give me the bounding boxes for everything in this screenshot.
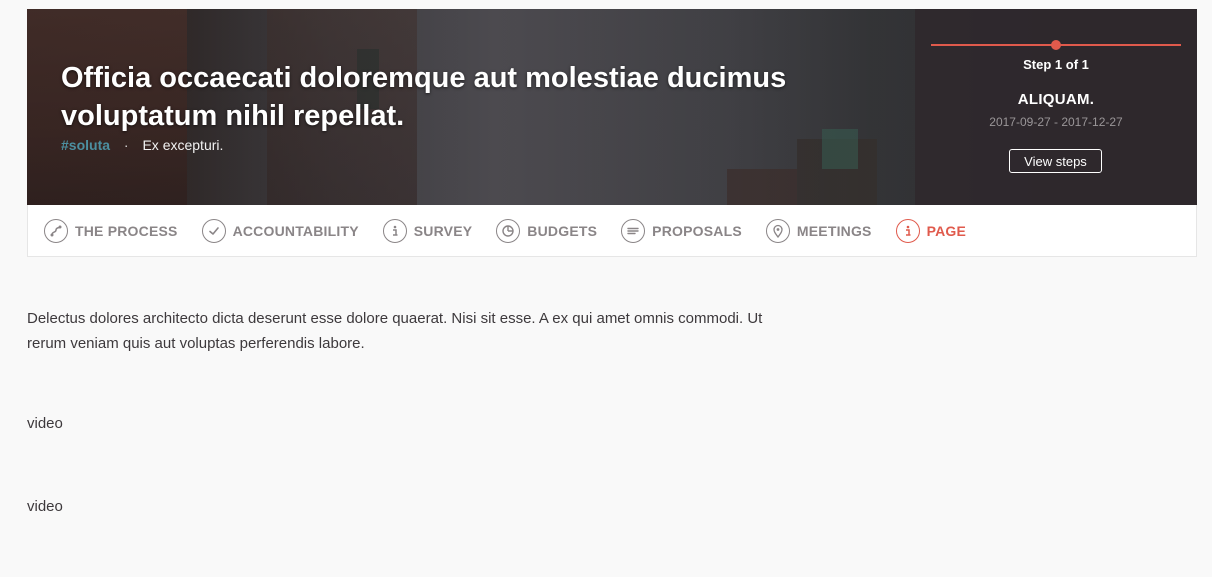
info-icon [382, 218, 407, 243]
tab-budgets[interactable]: BUDGETS [496, 218, 598, 243]
view-steps-button[interactable]: View steps [1009, 149, 1102, 173]
hero-meta: #soluta · Ex excepturi. [61, 137, 223, 153]
tab-label: SURVEY [413, 222, 473, 239]
tab-label: PAGE [926, 222, 967, 239]
process-nav: THE PROCESS ACCOUNTABILITY SURVEY BUDGET… [27, 205, 1197, 257]
info-icon [895, 218, 920, 243]
step-progress-marker [1051, 40, 1061, 50]
video-placeholder: video [27, 498, 63, 515]
page-body-text: Delectus dolores architecto dicta deseru… [27, 310, 763, 352]
tab-proposals[interactable]: PROPOSALS [621, 218, 742, 243]
tab-label: MEETINGS [796, 222, 872, 239]
process-icon [44, 218, 68, 243]
meta-separator: · [123, 137, 129, 153]
tab-label: BUDGETS [527, 222, 598, 239]
process-subtitle: Ex excepturi. [142, 137, 224, 153]
tab-page[interactable]: PAGE [895, 218, 967, 243]
text-lines-icon [621, 218, 646, 243]
process-title: Officia occaecati doloremque aut molesti… [61, 62, 787, 132]
step-counter: Step 1 of 1 [1023, 57, 1089, 72]
map-pin-icon [765, 218, 790, 243]
tab-label: ACCOUNTABILITY [232, 222, 359, 239]
tab-survey[interactable]: SURVEY [382, 218, 473, 243]
check-icon [201, 218, 226, 243]
video-placeholder: video [27, 415, 63, 432]
pie-chart-icon [496, 218, 521, 243]
step-dates: 2017-09-27 - 2017-12-27 [989, 115, 1123, 129]
tab-the-process[interactable]: THE PROCESS [44, 218, 178, 243]
tab-label: PROPOSALS [652, 222, 742, 239]
current-step-name: ALIQUAM. [1017, 91, 1095, 108]
step-panel: Step 1 of 1 ALIQUAM. 2017-09-27 - 2017-1… [915, 9, 1197, 205]
tab-label: THE PROCESS [75, 222, 178, 239]
process-hero: Officia occaecati doloremque aut molesti… [27, 9, 1197, 205]
hashtag-link[interactable]: #soluta [61, 137, 110, 153]
tab-meetings[interactable]: MEETINGS [765, 218, 872, 243]
tab-accountability[interactable]: ACCOUNTABILITY [201, 218, 359, 243]
